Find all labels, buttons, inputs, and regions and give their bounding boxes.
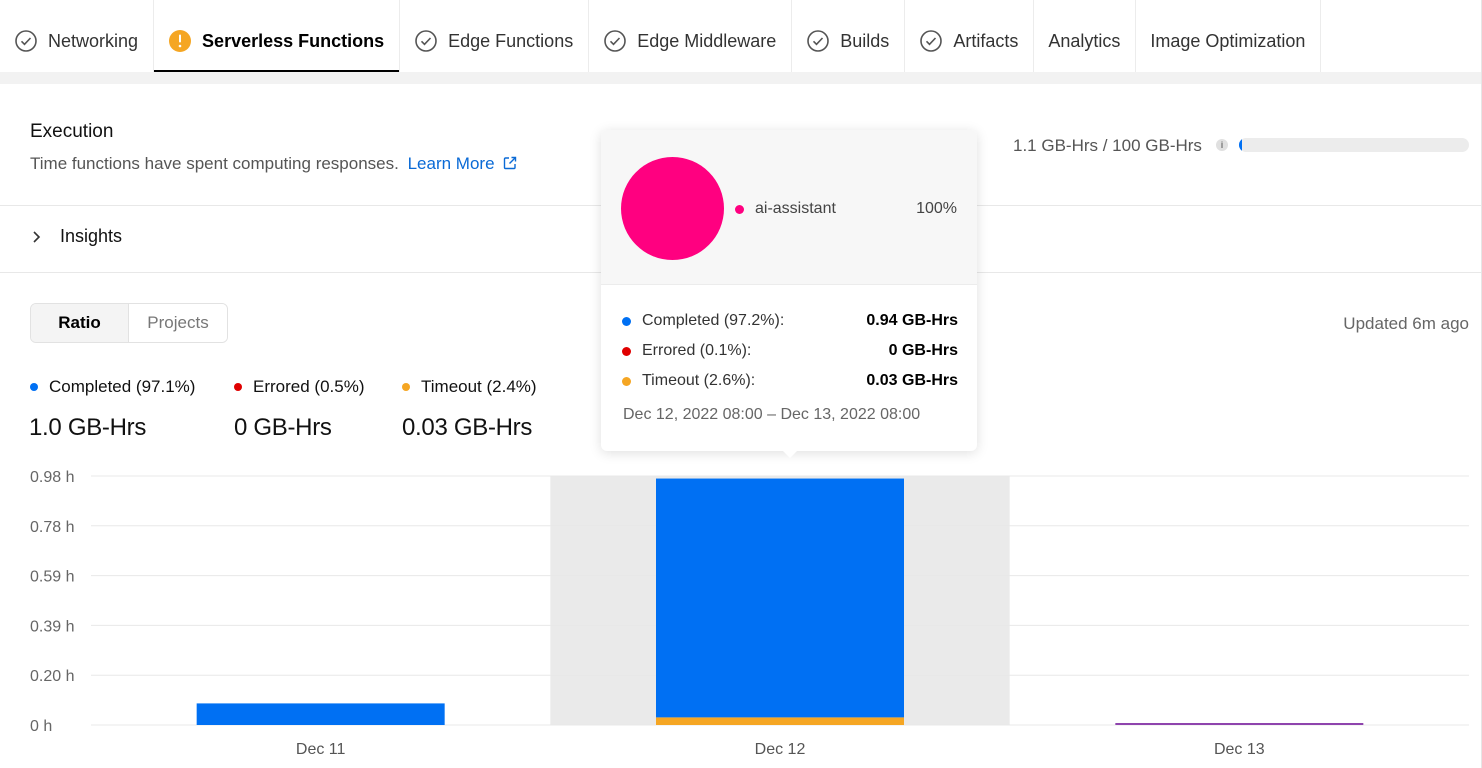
tab-label: Analytics	[1048, 30, 1121, 51]
y-tick-label: 0.98 h	[30, 469, 74, 486]
tooltip-row-value: 0 GB-Hrs	[888, 342, 958, 359]
execution-description: Time functions have spent computing resp…	[30, 154, 517, 175]
tooltip-row-timeout: Timeout (2.6%): 0.03 GB-Hrs	[622, 372, 958, 390]
warning-circle-icon	[168, 29, 192, 53]
tab-label: Artifacts	[953, 30, 1019, 51]
tooltip-row-errored: Errored (0.1%): 0 GB-Hrs	[622, 342, 958, 360]
usage-progress-fill	[1239, 138, 1242, 152]
errored-value: 0 GB-Hrs	[234, 414, 332, 441]
legend-errored: Errored (0.5%)	[234, 377, 364, 397]
legend-errored-label: Errored (0.5%)	[253, 377, 365, 396]
tab-image-optimization[interactable]: Image Optimization	[1136, 0, 1322, 72]
tooltip-row-label: Timeout (2.6%):	[642, 372, 756, 389]
tooltip-project: ai-assistant	[735, 200, 836, 218]
learn-more-link[interactable]: Learn More	[408, 154, 518, 173]
usage-text: 1.1 GB-Hrs / 100 GB-Hrs	[1013, 136, 1202, 155]
errored-dot-icon	[234, 383, 242, 391]
check-circle-icon	[919, 29, 943, 53]
y-tick-label: 0.39 h	[30, 618, 74, 635]
y-tick-label: 0.20 h	[30, 668, 74, 685]
timeout-value: 0.03 GB-Hrs	[402, 414, 533, 441]
completed-dot-icon	[30, 383, 38, 391]
tab-label: Serverless Functions	[202, 30, 385, 51]
tab-label: Networking	[48, 30, 139, 51]
chevron-right-icon	[30, 230, 42, 244]
check-circle-icon	[14, 29, 38, 53]
completed-value: 1.0 GB-Hrs	[29, 414, 147, 441]
tooltip-row-value: 0.03 GB-Hrs	[866, 372, 958, 389]
timeout-dot-icon	[402, 383, 410, 391]
x-tick-label: Dec 11	[296, 741, 346, 758]
tooltip-row-label: Errored (0.1%):	[642, 342, 752, 359]
chart-tooltip: ai-assistant 100% Completed (97.2%): 0.9…	[601, 130, 977, 458]
info-icon[interactable]: i	[1216, 139, 1228, 151]
tab-label: Builds	[840, 30, 890, 51]
timeout-dot-icon	[622, 376, 631, 386]
check-circle-icon	[603, 29, 627, 53]
legend-timeout: Timeout (2.4%)	[402, 377, 537, 397]
execution-description-text: Time functions have spent computing resp…	[30, 154, 399, 173]
tab-label: Edge Middleware	[637, 30, 777, 51]
legend-timeout-label: Timeout (2.4%)	[421, 377, 537, 396]
tab-edge-functions[interactable]: Edge Functions	[400, 0, 590, 72]
y-tick-label: 0.59 h	[30, 569, 74, 586]
y-tick-label: 0.78 h	[30, 519, 74, 536]
tab-analytics[interactable]: Analytics	[1034, 0, 1137, 72]
errored-dot-icon	[622, 346, 631, 356]
usage-progress-bar	[1239, 138, 1469, 152]
tooltip-arrow	[782, 450, 798, 458]
legend-completed-label: Completed (97.1%)	[49, 377, 196, 396]
view-toggle: Ratio Projects	[30, 303, 228, 343]
tooltip-date-range: Dec 12, 2022 08:00 – Dec 13, 2022 08:00	[623, 406, 921, 423]
projects-toggle-button[interactable]: Projects	[129, 304, 227, 342]
external-link-icon	[503, 155, 517, 175]
bar-completed-dec-11[interactable]	[196, 703, 445, 725]
project-dot-icon	[735, 204, 744, 214]
x-tick-label: Dec 12	[755, 741, 806, 758]
tab-bar: Networking Serverless Functions Edge Funct…	[0, 0, 1482, 72]
tab-bar-bottom-gap	[0, 72, 1482, 84]
execution-title: Execution	[30, 121, 114, 142]
completed-dot-icon	[622, 316, 631, 326]
bar-completed-dec-12[interactable]	[656, 478, 904, 718]
check-circle-icon	[806, 29, 830, 53]
insights-label: Insights	[60, 226, 123, 246]
ratio-toggle-button[interactable]: Ratio	[31, 304, 129, 342]
y-tick-label: 0 h	[30, 718, 52, 735]
tab-serverless-functions[interactable]: Serverless Functions	[154, 0, 401, 72]
project-pie-chart	[621, 157, 724, 260]
updated-timestamp: Updated 6m ago	[1343, 314, 1469, 333]
tab-edge-middleware[interactable]: Edge Middleware	[589, 0, 793, 72]
insights-toggle[interactable]: Insights	[30, 226, 122, 247]
check-circle-icon	[414, 29, 438, 53]
tooltip-row-value: 0.94 GB-Hrs	[866, 312, 958, 329]
tab-networking[interactable]: Networking	[0, 0, 155, 72]
tab-label: Image Optimization	[1150, 30, 1306, 51]
tab-builds[interactable]: Builds	[792, 0, 906, 72]
tooltip-row-label: Completed (97.2%):	[642, 312, 785, 329]
tooltip-project-name: ai-assistant	[755, 200, 836, 217]
x-tick-label: Dec 13	[1214, 741, 1265, 758]
learn-more-label: Learn More	[407, 154, 495, 173]
tooltip-row-completed: Completed (97.2%): 0.94 GB-Hrs	[622, 312, 958, 330]
legend-completed: Completed (97.1%)	[30, 377, 195, 397]
tab-label: Edge Functions	[448, 30, 574, 51]
tooltip-project-percent: 100%	[916, 200, 957, 217]
tab-artifacts[interactable]: Artifacts	[905, 0, 1035, 72]
bar-timeout-dec-12[interactable]	[656, 717, 904, 725]
bar-other-dec-13[interactable]	[1115, 723, 1364, 725]
